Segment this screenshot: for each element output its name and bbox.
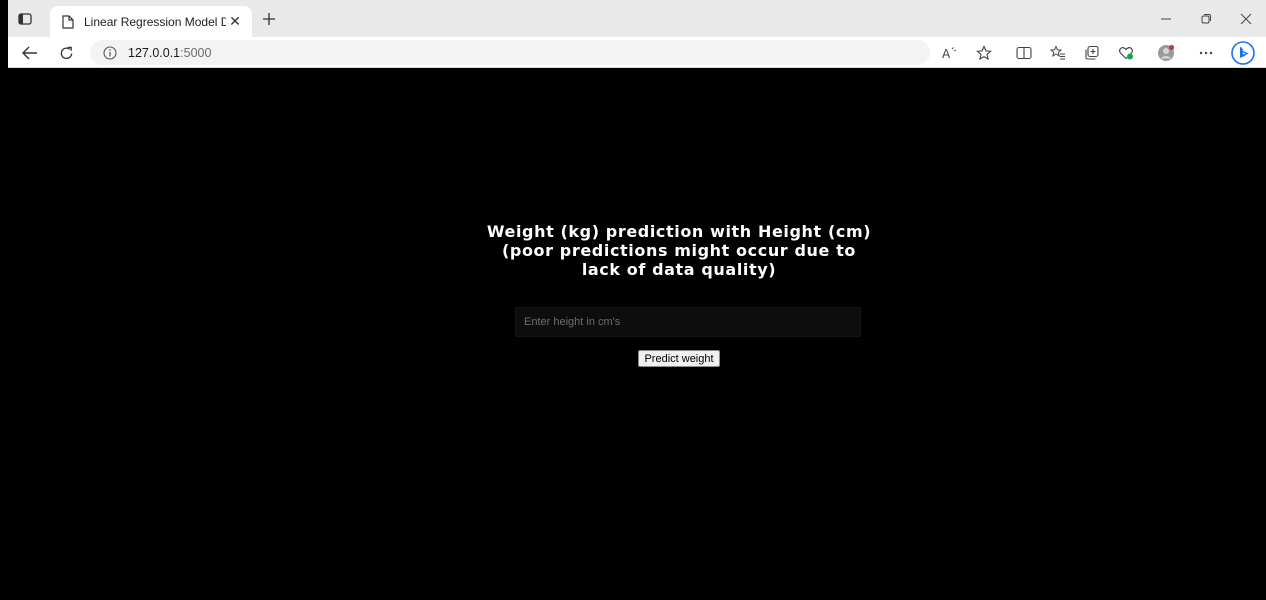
info-icon[interactable] [102, 45, 118, 61]
height-input[interactable] [515, 307, 861, 337]
collections-icon[interactable] [1082, 43, 1102, 63]
svg-text:A: A [942, 47, 951, 60]
page-content: Weight (kg) prediction with Height (cm) … [8, 68, 1266, 600]
tab-strip: Linear Regression Model Deploy ✕ [8, 0, 1266, 37]
window-close-icon[interactable] [1226, 0, 1266, 37]
split-screen-icon[interactable] [1014, 43, 1034, 63]
profile-icon[interactable] [1156, 43, 1176, 63]
refresh-icon[interactable] [56, 43, 76, 63]
minimize-icon[interactable] [1146, 0, 1186, 37]
tab-title: Linear Regression Model Deploy [84, 14, 226, 29]
bing-icon[interactable] [1230, 40, 1256, 66]
plus-icon[interactable] [260, 10, 278, 28]
page-heading: Weight (kg) prediction with Height (cm) … [486, 222, 872, 279]
heart-icon[interactable] [1116, 43, 1136, 63]
tab-actions-icon[interactable] [16, 10, 34, 28]
star-icon[interactable] [974, 43, 994, 63]
active-tab[interactable]: Linear Regression Model Deploy ✕ [50, 6, 252, 37]
more-icon[interactable] [1196, 43, 1216, 63]
close-icon[interactable]: ✕ [226, 13, 244, 31]
page-icon [60, 14, 76, 30]
back-arrow-icon[interactable] [20, 43, 40, 63]
browser-window: Linear Regression Model Deploy ✕ [8, 0, 1266, 600]
url-port: :5000 [180, 45, 212, 60]
url-host: 127.0.0.1 [128, 45, 181, 60]
screen-edge [0, 0, 8, 600]
predict-weight-button[interactable]: Predict weight [638, 350, 720, 367]
address-bar[interactable]: 127.0.0.1:5000 [90, 40, 930, 65]
window-controls [1146, 0, 1266, 37]
address-toolbar: 127.0.0.1:5000 A [8, 37, 1266, 68]
favorites-icon[interactable] [1048, 43, 1068, 63]
read-aloud-icon[interactable]: A [940, 43, 960, 63]
restore-icon[interactable] [1186, 0, 1226, 37]
